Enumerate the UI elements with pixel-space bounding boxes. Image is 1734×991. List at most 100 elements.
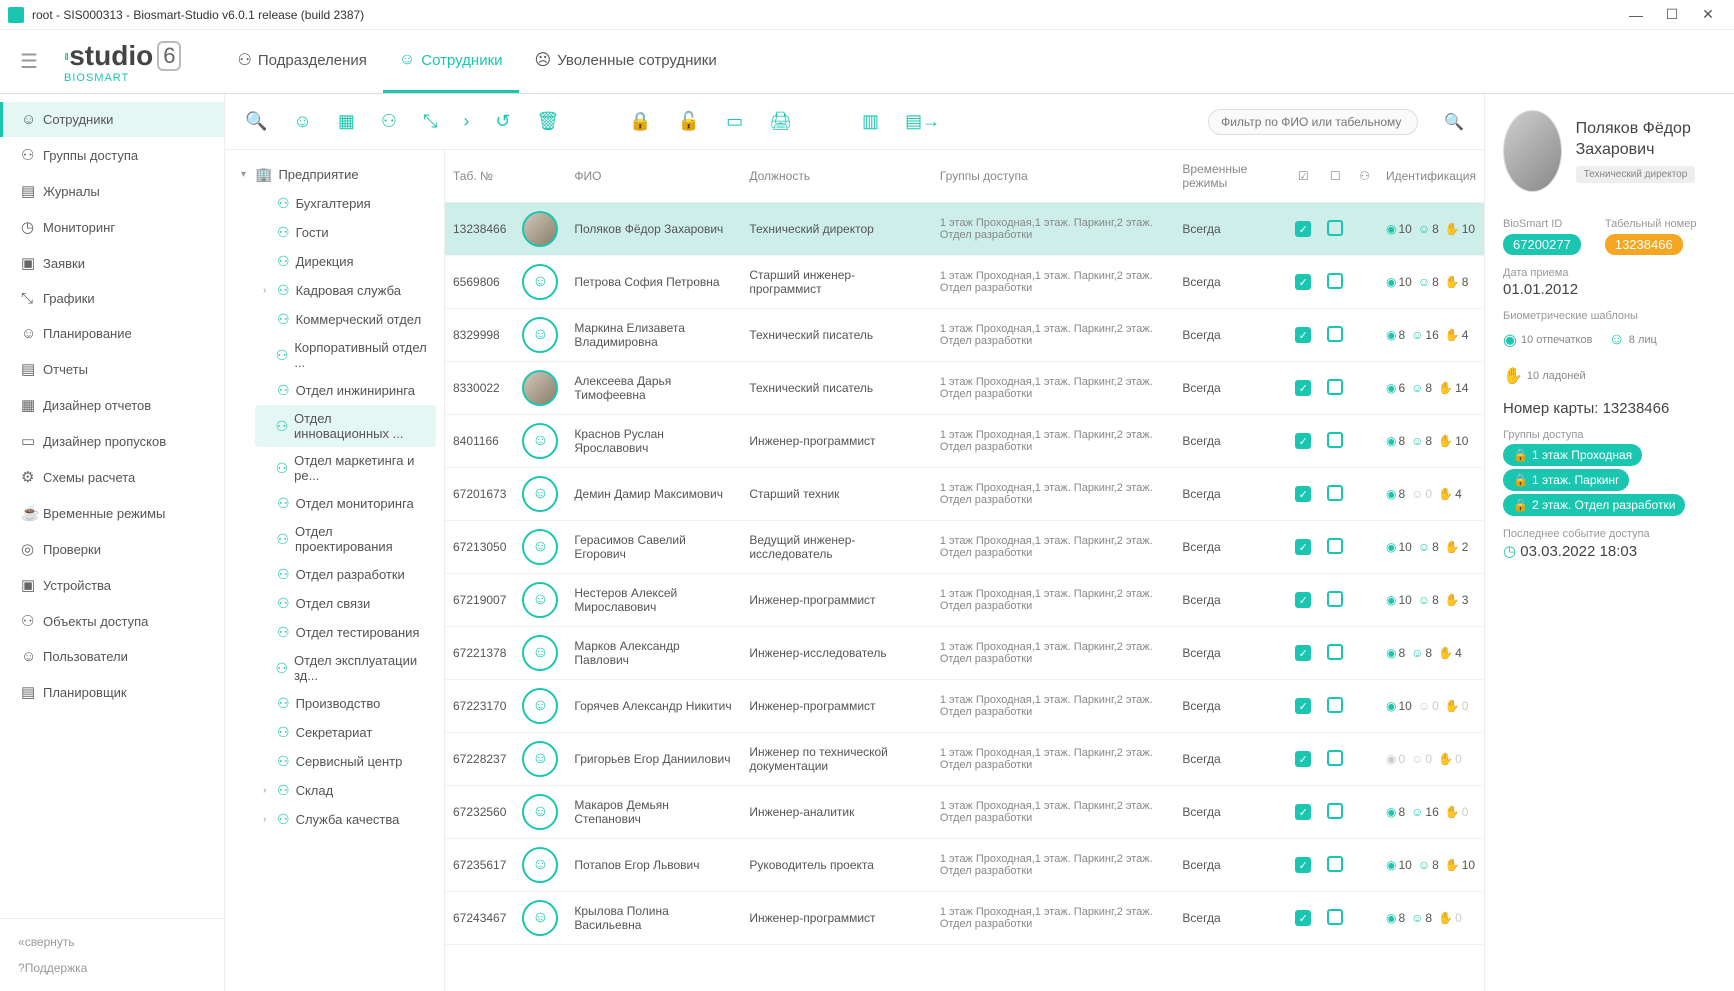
expand-icon[interactable]: ⤡	[423, 111, 437, 132]
sidebar-item[interactable]: ⚇Группы доступа	[0, 137, 224, 173]
sidebar-item[interactable]: ▤Отчеты	[0, 351, 224, 387]
sidebar-footer-item[interactable]: ?Поддержка	[0, 955, 224, 981]
tree-item[interactable]: ⚇Гости	[255, 218, 436, 247]
delete-icon[interactable]: 🗑	[536, 111, 559, 132]
sidebar-footer-item[interactable]: «свернуть	[0, 929, 224, 955]
column-header[interactable]: ☐	[1319, 150, 1351, 203]
tree-item[interactable]: ⚇Отдел тестирования	[255, 618, 436, 647]
lock-icon[interactable]: 🔒	[629, 111, 651, 132]
filter-input[interactable]	[1208, 109, 1418, 135]
tree-item[interactable]: ⚇Коммерческий отдел	[255, 305, 436, 334]
sidebar-item[interactable]: ◎Проверки	[0, 531, 224, 567]
sidebar-item[interactable]: ⤡Графики	[0, 281, 224, 316]
header-tab[interactable]: ⚇Подразделения	[221, 30, 382, 93]
column-header[interactable]: Временные режимы	[1174, 150, 1287, 203]
maximize-button[interactable]: ☐	[1654, 2, 1690, 28]
header-tab[interactable]: ☹Уволенные сотрудники	[519, 30, 733, 93]
table-row[interactable]: 8401166☺Краснов Руслан ЯрославовичИнжене…	[445, 415, 1484, 468]
sidebar-item[interactable]: ▣Заявки	[0, 245, 224, 281]
table-row[interactable]: 67232560☺Макаров Демьян СтепановичИнжене…	[445, 786, 1484, 839]
sidebar-item[interactable]: ☺Пользователи	[0, 639, 224, 674]
tree-item[interactable]: ⚇Секретариат	[255, 718, 436, 747]
column-header[interactable]: Группы доступа	[932, 150, 1175, 203]
column-header[interactable]: Идентификация	[1378, 150, 1484, 203]
building-icon: 🏢	[255, 166, 272, 183]
table-row[interactable]: 67219007☺Нестеров Алексей МирославовичИн…	[445, 574, 1484, 627]
sidebar: ☺Сотрудники⚇Группы доступа▤Журналы◷Монит…	[0, 94, 225, 991]
history-icon[interactable]: ↺	[495, 111, 510, 132]
table-row[interactable]: 13238466Поляков Фёдор ЗахаровичТехническ…	[445, 203, 1484, 256]
sidebar-item[interactable]: ◷Мониторинг	[0, 209, 224, 245]
sidebar-item[interactable]: ⚙Схемы расчета	[0, 459, 224, 495]
table-row[interactable]: 6569806☺Петрова София ПетровнаСтарший ин…	[445, 256, 1484, 309]
org-tree: ▾ 🏢 Предприятие ⚇Бухгалтерия⚇Гости⚇Дирек…	[225, 150, 445, 991]
employee-position: Технический директор	[1576, 166, 1696, 183]
sidebar-item[interactable]: ▭Дизайнер пропусков	[0, 423, 224, 459]
tree-item[interactable]: ⚇Дирекция	[255, 247, 436, 276]
logo-dots-icon: ıı	[64, 48, 67, 63]
window-title: root - SIS000313 - Biosmart-Studio v6.0.…	[32, 8, 1618, 22]
unlock-icon[interactable]: 🔓	[678, 111, 700, 132]
book-icon[interactable]: ▥	[862, 111, 879, 132]
column-header[interactable]: ☑	[1287, 150, 1319, 203]
sidebar-item[interactable]: ▤Планировщик	[0, 674, 224, 710]
tree-item[interactable]: ›⚇Кадровая служба	[255, 276, 436, 305]
tree-item[interactable]: ⚇Отдел связи	[255, 589, 436, 618]
table-row[interactable]: 8329998☺Маркина Елизавета ВладимировнаТе…	[445, 309, 1484, 362]
column-header[interactable]: ⚇	[1351, 150, 1378, 203]
tree-item[interactable]: ⚇Корпоративный отдел ...	[255, 334, 436, 376]
person-icon[interactable]: ☺	[293, 111, 311, 132]
table-row[interactable]: 67223170☺Горячев Александр НикитичИнжене…	[445, 680, 1484, 733]
hamburger-icon[interactable]: ☰	[20, 49, 50, 74]
search-icon[interactable]: 🔍	[245, 111, 267, 132]
minimize-button[interactable]: —	[1618, 2, 1654, 28]
close-button[interactable]: ✕	[1690, 2, 1726, 28]
table-row[interactable]: 67235617☺Потапов Егор ЛьвовичРуководител…	[445, 839, 1484, 892]
tree-item[interactable]: ⚇Отдел эксплуатации зд...	[255, 647, 436, 689]
table-row[interactable]: 67213050☺Герасимов Савелий ЕгоровичВедущ…	[445, 521, 1484, 574]
tree-item[interactable]: ⚇Отдел инновационных ...	[255, 405, 436, 447]
tree-item[interactable]: ⚇Отдел инжиниринга	[255, 376, 436, 405]
header-tab[interactable]: ☺Сотрудники	[383, 30, 519, 93]
tree-item[interactable]: ⚇Отдел проектирования	[255, 518, 436, 560]
fp-count: 10 отпечатков	[1521, 334, 1592, 346]
column-header[interactable]	[514, 150, 566, 203]
sidebar-item[interactable]: ☕Временные режимы	[0, 495, 224, 531]
hire-date-label: Дата приема	[1503, 267, 1716, 279]
tree-item[interactable]: ⚇Отдел разработки	[255, 560, 436, 589]
table-row[interactable]: 67228237☺Григорьев Егор ДанииловичИнжене…	[445, 733, 1484, 786]
next-icon[interactable]: ›	[463, 111, 469, 132]
tree-root-label: Предприятие	[278, 167, 358, 182]
export-icon[interactable]: ▤→	[905, 111, 940, 132]
tree-item[interactable]: ⚇Отдел маркетинга и ре...	[255, 447, 436, 489]
sidebar-item[interactable]: ▣Устройства	[0, 567, 224, 603]
sidebar-item[interactable]: ☺Сотрудники	[0, 102, 224, 137]
palm-count: 10 ладоней	[1527, 370, 1586, 382]
sidebar-item[interactable]: ▦Дизайнер отчетов	[0, 387, 224, 423]
column-header[interactable]: Таб. №	[445, 150, 514, 203]
print-icon[interactable]: 🖨	[769, 111, 792, 132]
tree-item[interactable]: ›⚇Склад	[255, 776, 436, 805]
column-header[interactable]: Должность	[741, 150, 932, 203]
card-icon[interactable]: ▭	[726, 111, 743, 132]
access-group-badge: 🔒1 этаж. Паркинг	[1503, 469, 1629, 491]
columns-icon[interactable]: ▦	[338, 111, 355, 132]
table-row[interactable]: 8330022Алексеева Дарья ТимофеевнаТехниче…	[445, 362, 1484, 415]
sidebar-item[interactable]: ☺Планирование	[0, 316, 224, 351]
table-row[interactable]: 67201673☺Демин Дамир МаксимовичСтарший т…	[445, 468, 1484, 521]
tree-item[interactable]: ⚇Отдел мониторинга	[255, 489, 436, 518]
tree-item[interactable]: ⚇Бухгалтерия	[255, 189, 436, 218]
tree-root[interactable]: ▾ 🏢 Предприятие	[233, 160, 436, 189]
column-header[interactable]: ФИО	[566, 150, 741, 203]
logo-text: studio	[69, 40, 153, 72]
table-row[interactable]: 67221378☺Марков Александр ПавловичИнжене…	[445, 627, 1484, 680]
search-filter-icon[interactable]: 🔍	[1444, 112, 1464, 132]
tree-item[interactable]: ⚇Сервисный центр	[255, 747, 436, 776]
sidebar-item[interactable]: ▤Журналы	[0, 173, 224, 209]
sidebar-item[interactable]: ⚇Объекты доступа	[0, 603, 224, 639]
table-row[interactable]: 67243467☺Крылова Полина ВасильевнаИнжене…	[445, 892, 1484, 945]
tree-item[interactable]: ›⚇Служба качества	[255, 805, 436, 834]
last-event-label: Последнее событие доступа	[1503, 528, 1716, 540]
group-add-icon[interactable]: ⚇	[381, 111, 397, 132]
tree-item[interactable]: ⚇Производство	[255, 689, 436, 718]
